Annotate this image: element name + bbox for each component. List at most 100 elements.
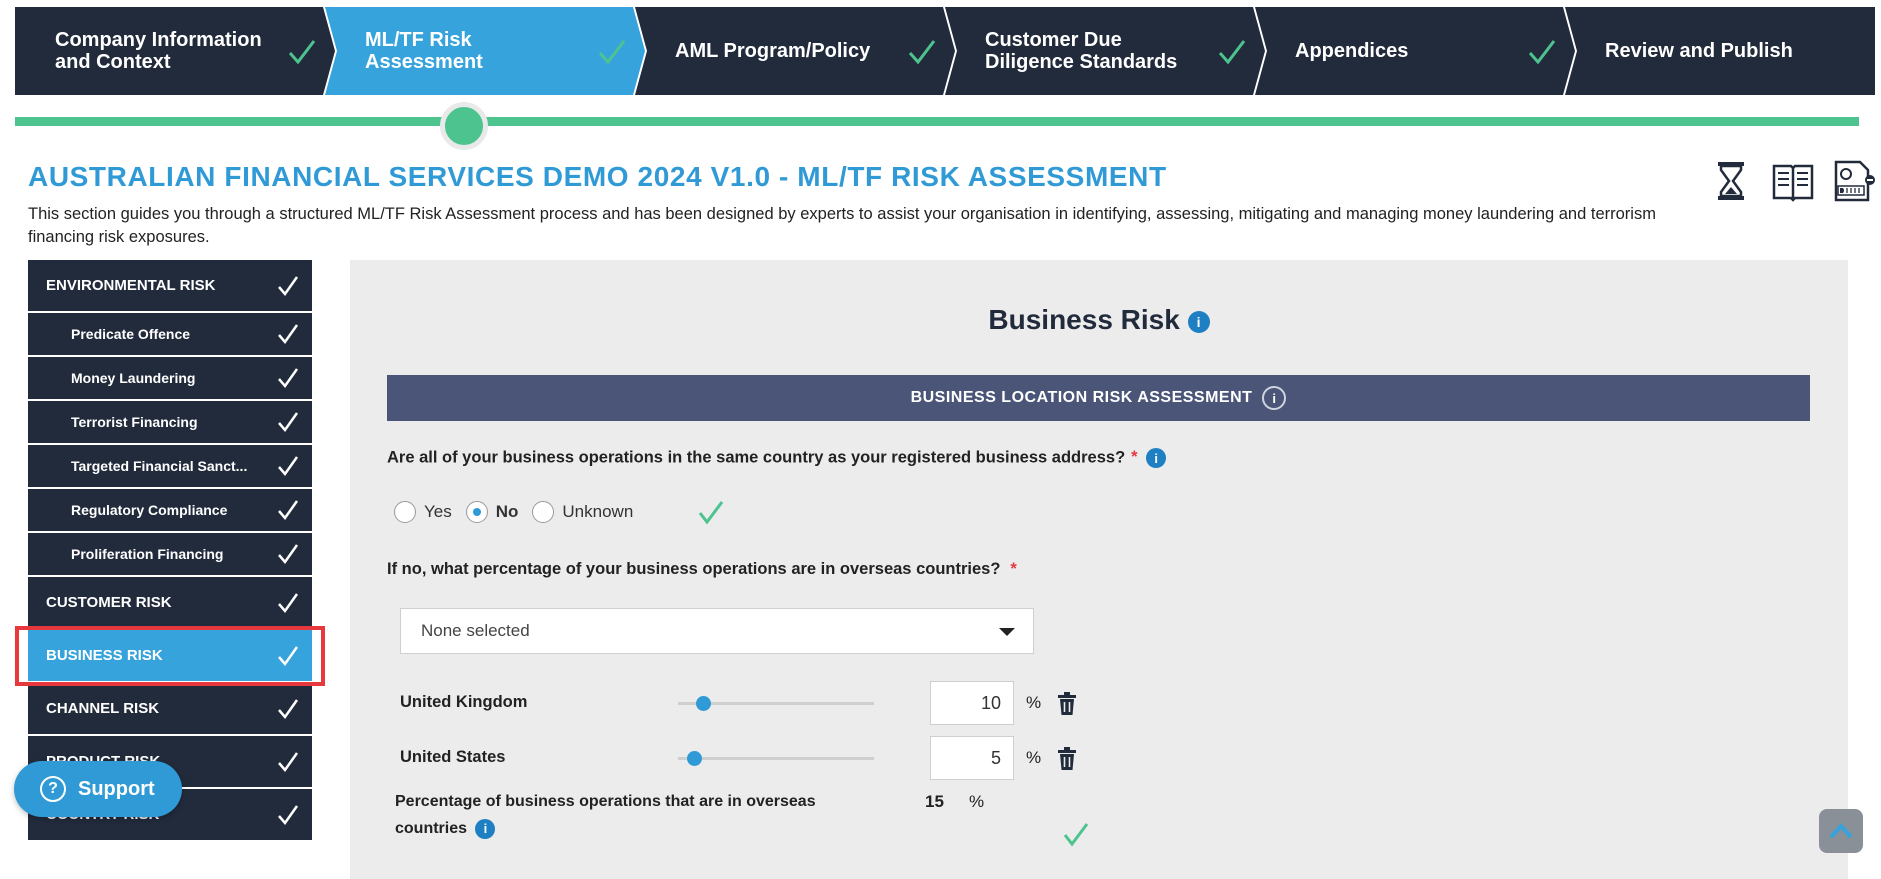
sidebar-item-channel-risk[interactable]: CHANNEL RISK (28, 683, 312, 736)
step-label: AML Program/Policy (675, 40, 871, 62)
question-overseas-percentage: If no, what percentage of your business … (387, 560, 1017, 579)
info-icon[interactable]: i (1146, 448, 1167, 468)
check-icon (278, 544, 299, 565)
sidebar-item-label: Proliferation Financing (71, 546, 224, 562)
country-select-dropdown[interactable]: None selected (400, 608, 1034, 654)
percentage-slider-track[interactable] (678, 751, 874, 766)
hourglass-icon[interactable] (1708, 158, 1754, 204)
radio-circle[interactable] (532, 501, 555, 523)
check-icon (278, 275, 299, 296)
sidebar-item-targeted-financial-sanctions[interactable]: Targeted Financial Sanct... (28, 445, 312, 489)
step-label: ML/TF Risk Assessment (365, 29, 483, 73)
support-button[interactable]: ? Support (14, 761, 182, 817)
sidebar: ENVIRONMENTAL RISK Predicate Offence Mon… (28, 260, 312, 842)
sidebar-item-label: CHANNEL RISK (46, 700, 160, 717)
sidebar-item-label: Predicate Offence (71, 326, 191, 342)
sidebar-item-customer-risk[interactable]: CUSTOMER RISK (28, 577, 312, 630)
check-icon (278, 592, 299, 613)
check-icon (278, 412, 299, 433)
step-label: Customer Due Diligence Standards (985, 29, 1178, 73)
info-icon[interactable]: i (475, 818, 496, 839)
check-icon (1218, 40, 1246, 65)
trash-icon[interactable] (1056, 747, 1078, 771)
info-icon[interactable]: i (1187, 310, 1210, 333)
check-icon (598, 40, 626, 65)
country-row-united-states: United States 5 % (400, 736, 1076, 780)
check-icon (288, 40, 316, 65)
page-description: This section guides you through a struct… (28, 205, 1656, 246)
sidebar-item-proliferation-financing[interactable]: Proliferation Financing (28, 533, 312, 577)
step-label: Review and Publish (1605, 40, 1793, 62)
info-icon[interactable]: i (1262, 386, 1287, 410)
radio-no[interactable]: No (465, 501, 519, 523)
section-bar-title: BUSINESS LOCATION RISK ASSESSMENT (910, 389, 1253, 406)
question-text: If no, what percentage of your business … (387, 560, 1001, 578)
sidebar-item-label: Money Laundering (71, 370, 196, 386)
overseas-total-value: 15 (925, 792, 944, 811)
percentage-slider-track[interactable] (678, 696, 874, 711)
percentage-input[interactable]: 5 (930, 736, 1014, 780)
step-appendices[interactable]: Appendices (1255, 7, 1575, 95)
radio-circle[interactable] (465, 501, 488, 523)
main-panel: Business Risk i BUSINESS LOCATION RISK A… (350, 260, 1848, 879)
question-text: Are all of your business operations in t… (387, 448, 1126, 467)
sidebar-item-terrorist-financing[interactable]: Terrorist Financing (28, 401, 312, 445)
percent-sign: % (969, 792, 985, 811)
step-label: Company Information and Context (55, 29, 262, 73)
overseas-total-label: Percentage of business operations that a… (395, 788, 835, 842)
check-icon (699, 501, 724, 525)
scroll-to-top-button[interactable] (1819, 809, 1863, 853)
wizard-progress-marker (440, 102, 488, 150)
radio-label: No (495, 502, 519, 521)
country-row-united-kingdom: United Kingdom 10 % (400, 681, 1076, 725)
required-marker: * (1131, 448, 1138, 467)
question-same-country: Are all of your business operations in t… (387, 448, 1167, 468)
sidebar-item-predicate-offence[interactable]: Predicate Offence (28, 313, 312, 357)
total-label-text: Percentage of business operations that a… (395, 793, 816, 837)
country-name: United Kingdom (400, 693, 528, 711)
chevron-up-icon (1829, 823, 1853, 839)
step-aml-program-policy[interactable]: AML Program/Policy (635, 7, 955, 95)
check-icon (908, 40, 936, 65)
required-marker: * (1010, 560, 1017, 578)
wizard-steps: Company Information and Context ML/TF Ri… (15, 7, 1875, 95)
step-review-and-publish[interactable]: Review and Publish (1565, 7, 1875, 95)
country-name: United States (400, 748, 506, 766)
radio-unknown[interactable]: Unknown (532, 501, 633, 523)
slider-thumb[interactable] (696, 696, 712, 711)
step-label: Appendices (1295, 40, 1409, 62)
percent-sign: % (1026, 693, 1042, 712)
step-customer-due-diligence[interactable]: Customer Due Diligence Standards (945, 7, 1265, 95)
sidebar-item-regulatory-compliance[interactable]: Regulatory Compliance (28, 489, 312, 533)
active-item-highlight (15, 626, 325, 686)
percentage-input[interactable]: 10 (930, 681, 1014, 725)
trash-icon[interactable] (1056, 692, 1078, 716)
sidebar-item-label: CUSTOMER RISK (46, 594, 172, 611)
open-book-icon[interactable] (1770, 158, 1816, 204)
slider-thumb[interactable] (686, 751, 702, 766)
wizard-progress-track (15, 117, 1859, 126)
sidebar-item-money-laundering[interactable]: Money Laundering (28, 357, 312, 401)
check-icon (278, 324, 299, 345)
caret-down-icon (999, 628, 1015, 636)
check-icon (278, 804, 299, 825)
sidebar-item-environmental-risk[interactable]: ENVIRONMENTAL RISK (28, 260, 312, 313)
check-icon (278, 456, 299, 477)
radio-yes[interactable]: Yes (394, 501, 452, 523)
sidebar-item-label: Regulatory Compliance (71, 502, 228, 518)
check-icon (1063, 823, 1089, 847)
step-ml-tf-risk-assessment[interactable]: ML/TF Risk Assessment (325, 7, 645, 95)
radio-group-same-country: Yes No Unknown (394, 498, 725, 526)
sidebar-item-label: Targeted Financial Sanct... (71, 458, 248, 474)
check-icon (278, 500, 299, 521)
sidebar-item-label: ENVIRONMENTAL RISK (46, 277, 216, 294)
step-company-information[interactable]: Company Information and Context (15, 7, 335, 95)
section-bar: BUSINESS LOCATION RISK ASSESSMENT i (387, 375, 1810, 421)
support-label: Support (78, 777, 155, 800)
sidebar-item-label: Terrorist Financing (71, 414, 198, 430)
draft-document-icon[interactable] (1830, 158, 1876, 204)
radio-circle[interactable] (394, 501, 416, 523)
radio-label: Yes (424, 502, 452, 521)
section-title: Business Risk (988, 304, 1180, 335)
radio-label: Unknown (562, 502, 634, 521)
